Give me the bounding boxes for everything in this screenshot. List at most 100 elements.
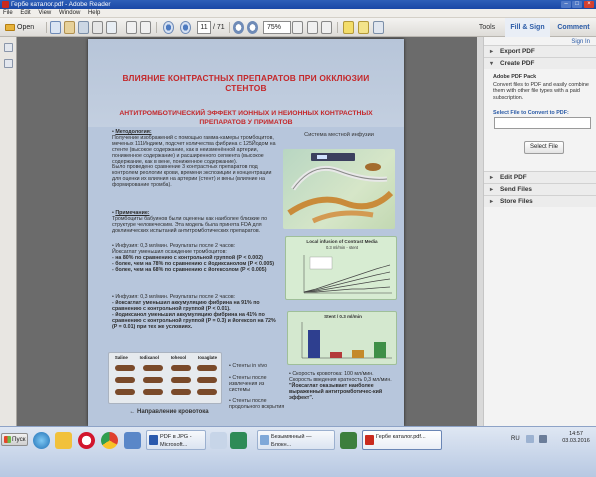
maximize-button[interactable]: □ bbox=[572, 1, 582, 8]
create-pdf-icon[interactable] bbox=[50, 21, 61, 34]
select-file-label: Select File to Convert to PDF: bbox=[493, 110, 569, 116]
email-icon[interactable] bbox=[106, 21, 117, 34]
previous-page-icon[interactable] bbox=[163, 21, 174, 34]
result2-block: • Инфузия: 0,3 мл/мин. Результаты после … bbox=[112, 294, 276, 330]
app-icon[interactable] bbox=[340, 432, 357, 449]
zoom-in-icon[interactable] bbox=[247, 21, 258, 34]
send-files-section[interactable]: ▸ Send Files bbox=[484, 183, 596, 195]
legend-item: • Стенты после извлечения из системы bbox=[229, 374, 267, 393]
chevron-down-icon: ▾ bbox=[490, 61, 494, 67]
tab-comment[interactable]: Comment bbox=[551, 18, 596, 37]
fit-width-icon[interactable] bbox=[321, 21, 332, 34]
page-number-input[interactable]: 11 bbox=[197, 21, 211, 34]
document-subtitle: АНТИТРОМБОТИЧЕСКИЙ ЭФФЕКТ ИОННЫХ И НЕИОН… bbox=[119, 110, 373, 126]
bar-chart-figure: Stent / 0.3 ml/min bbox=[287, 311, 397, 365]
document-icon[interactable] bbox=[140, 21, 151, 34]
menu-help[interactable]: Help bbox=[85, 9, 103, 18]
edit-pdf-label: Edit PDF bbox=[500, 174, 527, 181]
volume-icon[interactable] bbox=[539, 435, 547, 443]
adobe-reader-icon bbox=[365, 435, 374, 445]
app-icon[interactable] bbox=[210, 432, 227, 449]
tab-fill-sign[interactable]: Fill & Sign bbox=[505, 18, 550, 37]
page-total: / 71 bbox=[213, 24, 225, 31]
task-word[interactable]: PDF в JPG - Microsoft... bbox=[146, 430, 206, 450]
save-icon[interactable] bbox=[78, 21, 89, 34]
bar-chart bbox=[301, 322, 392, 359]
clock[interactable]: 14:57 03.03.2016 bbox=[558, 431, 594, 445]
open-label: Open bbox=[17, 24, 35, 31]
store-files-label: Store Files bbox=[500, 198, 533, 205]
windows-logo-icon bbox=[4, 436, 11, 443]
media-icon[interactable] bbox=[124, 432, 141, 449]
menu-file[interactable]: File bbox=[0, 9, 16, 18]
next-page-icon[interactable] bbox=[180, 21, 191, 34]
note-text: Тромбоциты бабуинов были оценены как наи… bbox=[112, 215, 268, 234]
menu-edit[interactable]: Edit bbox=[17, 9, 33, 18]
send-files-label: Send Files bbox=[500, 186, 532, 193]
task-adobe-reader[interactable]: Гербе каталог.pdf... bbox=[362, 430, 442, 450]
line-chart bbox=[303, 255, 392, 294]
close-button[interactable]: × bbox=[584, 1, 594, 8]
opera-icon[interactable] bbox=[78, 432, 95, 449]
create-pdf-section[interactable]: ▾ Create PDF bbox=[484, 57, 596, 69]
attachment-icon[interactable] bbox=[4, 59, 13, 68]
flow-direction-label: ← Направление кровотока bbox=[114, 409, 224, 415]
stent-samples-figure: Saline Iodixanol Iohexol Ioxaglate bbox=[108, 352, 222, 404]
document-title: ВЛИЯНИЕ КОНТРАСТНЫХ ПРЕПАРАТОВ ПРИ ОККЛЮ… bbox=[122, 73, 370, 93]
conclusion-block: • Скорость кровотока: 100 мл/мин. Скорос… bbox=[289, 371, 395, 402]
chrome-icon[interactable] bbox=[101, 432, 118, 449]
file-input[interactable] bbox=[494, 117, 591, 129]
infusion-system-figure bbox=[283, 149, 395, 229]
store-files-section[interactable]: ▸ Store Files bbox=[484, 195, 596, 207]
tab-tools[interactable]: Tools bbox=[470, 18, 504, 37]
legend-item: • Стенты после продольного вскрытия bbox=[229, 398, 285, 411]
pack-description: Convert files to PDF and easily combine … bbox=[493, 82, 589, 101]
zoom-out-icon[interactable] bbox=[233, 21, 244, 34]
word-icon bbox=[149, 435, 158, 445]
print-icon[interactable] bbox=[92, 21, 103, 34]
edit-pdf-section[interactable]: ▸ Edit PDF bbox=[484, 171, 596, 183]
infusion-diagram bbox=[287, 153, 394, 224]
app-icon[interactable] bbox=[230, 432, 247, 449]
document-viewer[interactable]: ВЛИЯНИЕ КОНТРАСТНЫХ ПРЕПАРАТОВ ПРИ ОККЛЮ… bbox=[17, 37, 483, 426]
fit-page-icon[interactable] bbox=[307, 21, 318, 34]
create-pdf-label: Create PDF bbox=[500, 60, 535, 67]
zoom-select[interactable]: 75% bbox=[263, 21, 291, 34]
language-indicator[interactable]: RU bbox=[511, 436, 520, 442]
tray-icon[interactable] bbox=[526, 435, 534, 443]
ie-icon[interactable] bbox=[33, 432, 50, 449]
time: 14:57 bbox=[569, 431, 583, 437]
edit-icon[interactable] bbox=[64, 21, 75, 34]
page-thumbnails-icon[interactable] bbox=[4, 43, 13, 52]
explorer-icon[interactable] bbox=[55, 432, 72, 449]
result1-item: - более, чем на 68% по сравнению с йогек… bbox=[112, 266, 267, 273]
menu-window[interactable]: Window bbox=[56, 9, 83, 18]
pdf-page: ВЛИЯНИЕ КОНТРАСТНЫХ ПРЕПАРАТОВ ПРИ ОККЛЮ… bbox=[88, 39, 404, 426]
copy-icon[interactable] bbox=[126, 21, 137, 34]
export-pdf-section[interactable]: ▸ Export PDF bbox=[484, 45, 596, 57]
chevron-down-icon[interactable] bbox=[292, 21, 303, 34]
comment-icon[interactable] bbox=[343, 21, 354, 34]
export-pdf-label: Export PDF bbox=[500, 48, 535, 55]
start-button[interactable]: Пуск bbox=[1, 433, 28, 446]
adobe-reader-icon bbox=[2, 1, 9, 8]
title-bar: Гербе каталог.pdf - Adobe Reader – □ × bbox=[0, 0, 596, 9]
select-file-button[interactable]: Select File bbox=[524, 141, 564, 154]
result2-item: - йодиксанол уменьшил аккумуляцию фибрин… bbox=[112, 311, 276, 330]
folder-icon bbox=[5, 24, 15, 31]
pack-title: Adobe PDF Pack bbox=[493, 74, 537, 80]
sign-icon[interactable] bbox=[373, 21, 384, 34]
task-label: Гербе каталог.pdf... bbox=[376, 434, 426, 440]
highlight-icon[interactable] bbox=[358, 21, 369, 34]
methodology-text: Получение изображений с помощью гамма-ка… bbox=[112, 134, 276, 165]
notepad-icon bbox=[260, 435, 269, 445]
open-button[interactable]: Open bbox=[3, 21, 43, 34]
methodology-block: • Методология: Получение изображений с п… bbox=[112, 129, 276, 189]
arrow-icon: ← bbox=[129, 409, 136, 415]
task-notepad[interactable]: Безымянный — Блокн... bbox=[257, 430, 335, 450]
menu-view[interactable]: View bbox=[35, 9, 54, 18]
task-label: Безымянный — Блокн... bbox=[271, 434, 312, 448]
result2-item: - йоксаглат уменьшил аккумуляцию фибрина… bbox=[112, 299, 260, 312]
date: 03.03.2016 bbox=[562, 438, 590, 444]
minimize-button[interactable]: – bbox=[561, 1, 571, 8]
